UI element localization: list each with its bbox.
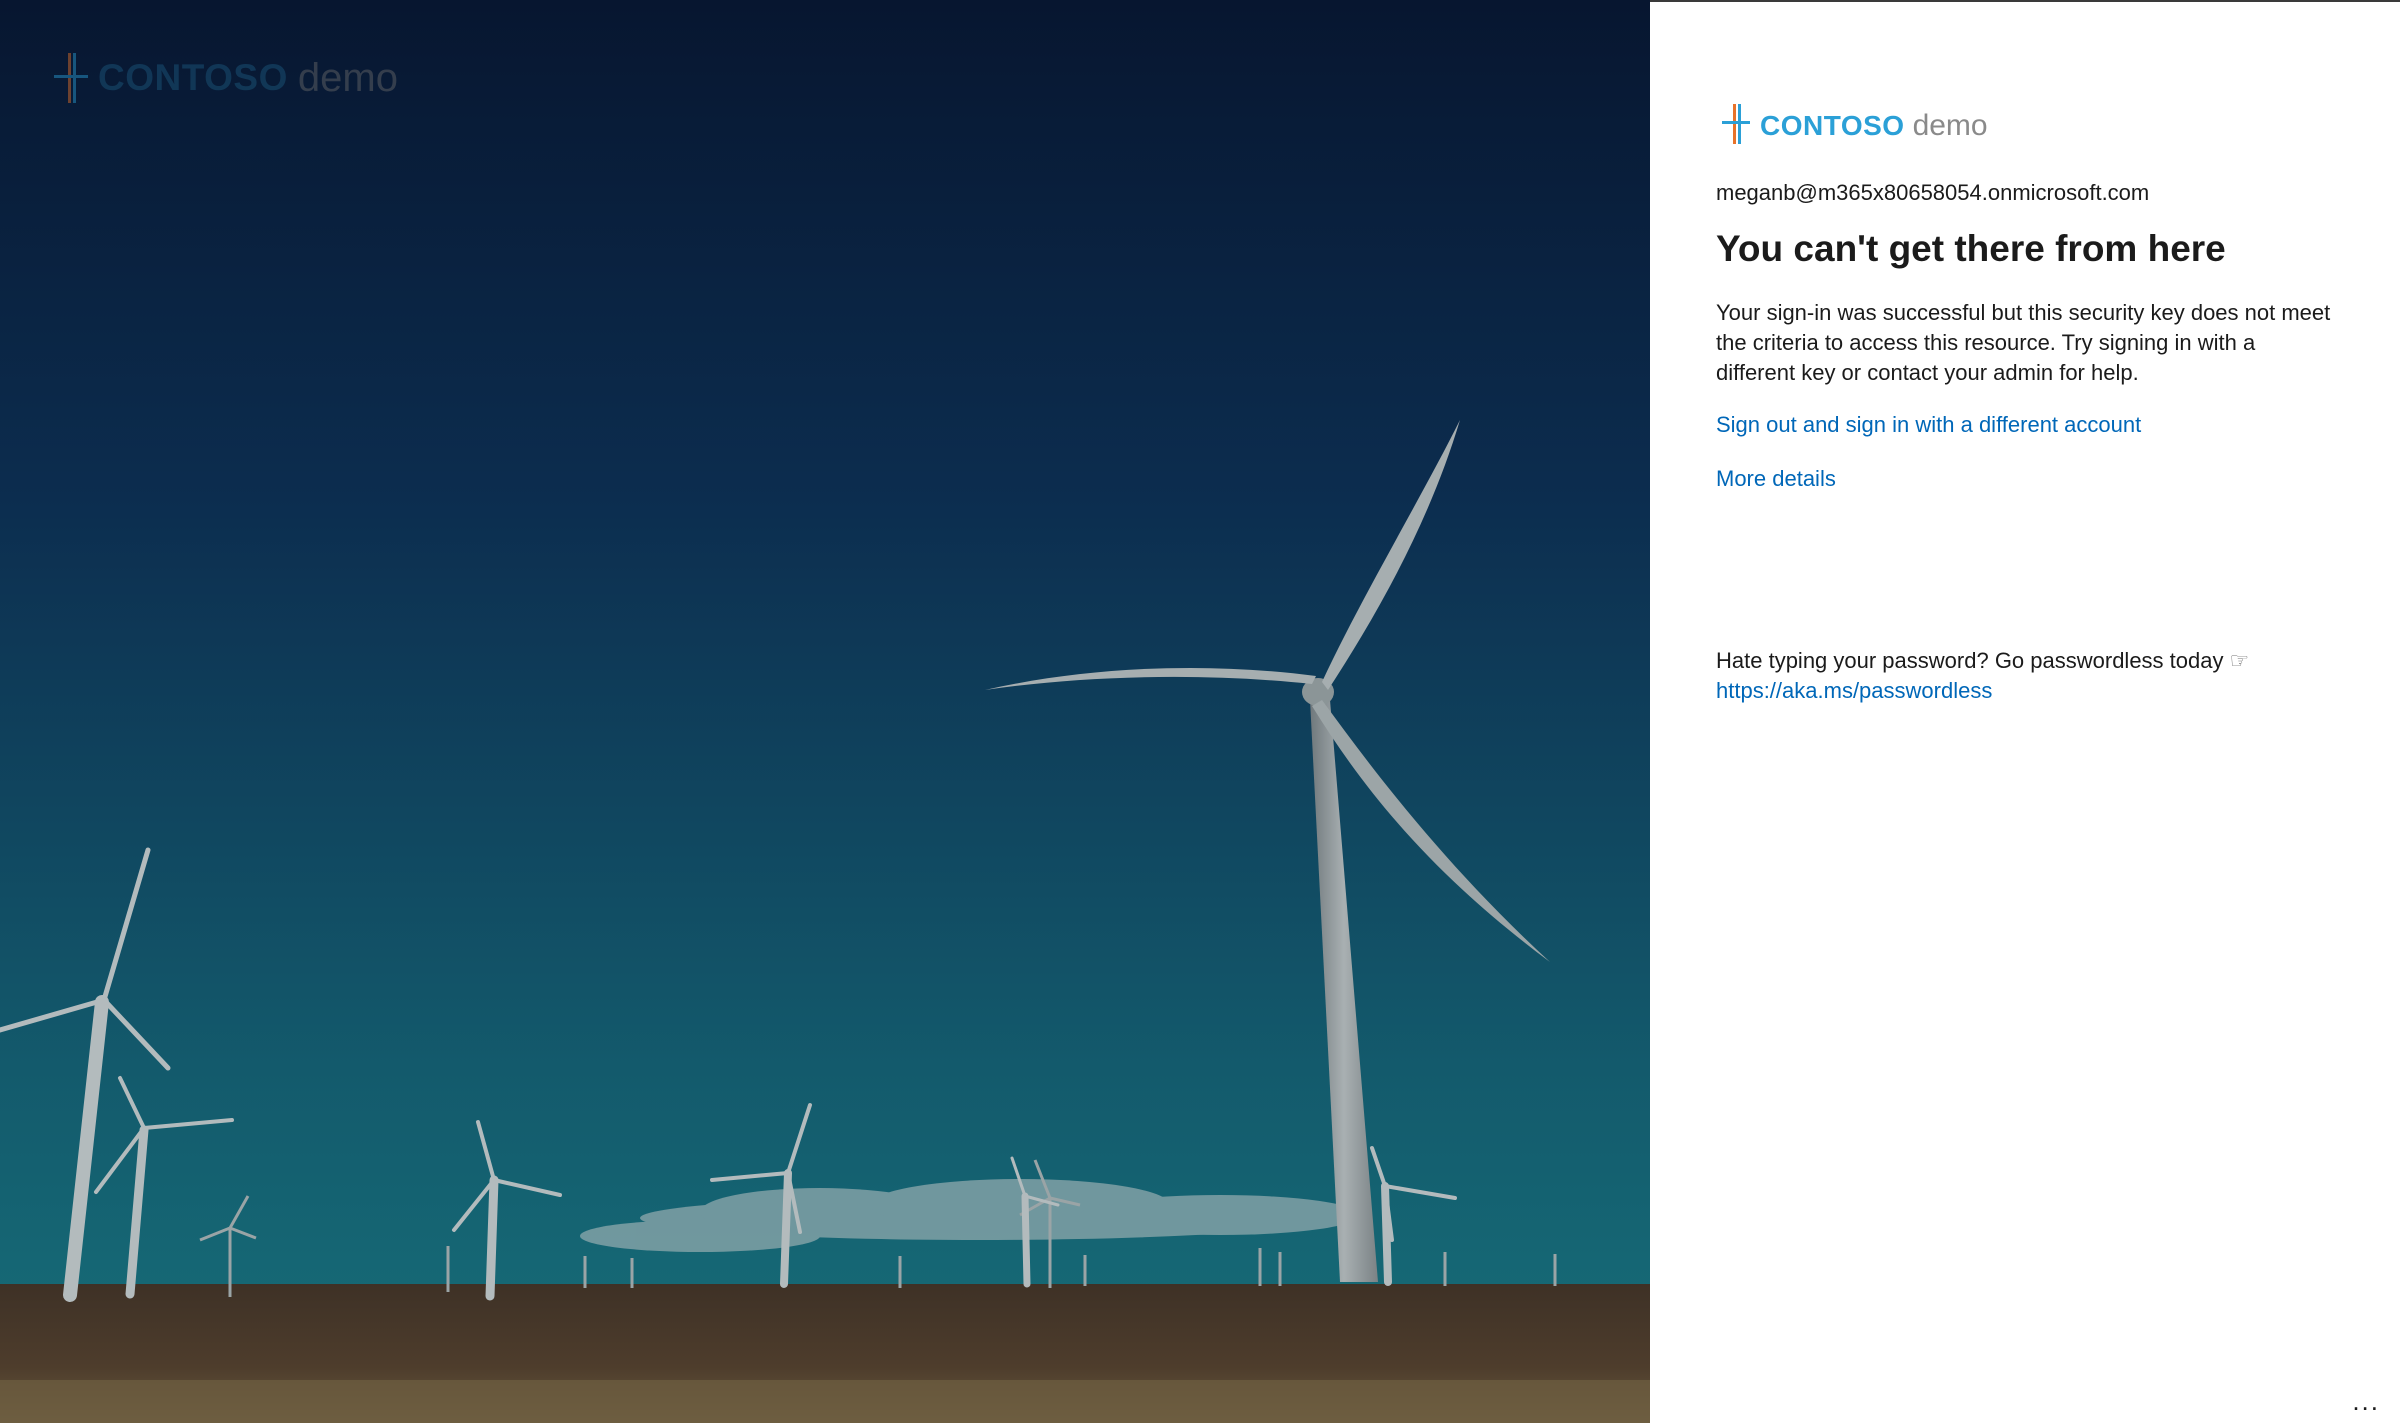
page-title: You can't get there from here <box>1716 228 2226 269</box>
passwordless-link[interactable]: https://aka.ms/passwordless <box>1716 676 2249 706</box>
promo-text: Hate typing your password? Go passwordle… <box>1716 648 2224 673</box>
contoso-logo-icon <box>54 53 88 103</box>
contoso-logo-icon <box>1722 103 1750 149</box>
panel-brand-suffix: demo <box>1912 109 1988 142</box>
more-options-button[interactable]: ... <box>2352 1386 2380 1417</box>
passwordless-promo: Hate typing your password? Go passwordle… <box>1716 646 2249 706</box>
background-image: CONTOSO demo <box>0 0 1650 1423</box>
more-details-link[interactable]: More details <box>1716 466 1836 492</box>
background-logo: CONTOSO demo <box>54 50 398 106</box>
error-message: Your sign-in was successful but this sec… <box>1716 300 2331 385</box>
pointing-hand-icon: ☞ <box>2229 648 2250 673</box>
panel-brand-name: CONTOSO <box>1760 110 1905 141</box>
sign-out-link[interactable]: Sign out and sign in with a different ac… <box>1716 412 2141 438</box>
sign-in-page: CONTOSO demo CONTOSO demo meganb@m365x80… <box>0 0 2400 1423</box>
background-brand-name: CONTOSO <box>98 57 288 98</box>
account-email: meganb@m365x80658054.onmicrosoft.com <box>1716 180 2150 205</box>
sign-in-panel: CONTOSO demo meganb@m365x80658054.onmicr… <box>1650 2 2400 1423</box>
background-brand-suffix: demo <box>297 55 398 100</box>
panel-logo: CONTOSO demo <box>1722 103 1988 149</box>
